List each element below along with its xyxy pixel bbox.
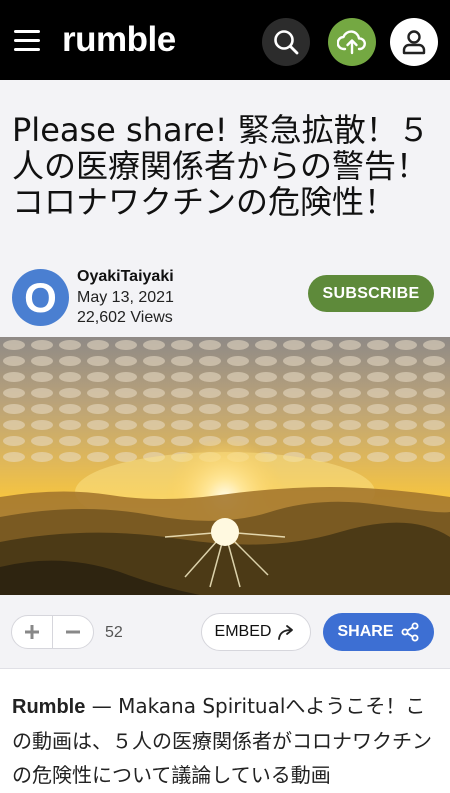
description-separator: —: [85, 694, 119, 718]
vote-buttons: [11, 615, 94, 649]
video-action-bar: 52 EMBED SHARE: [0, 595, 450, 668]
user-icon: [402, 30, 426, 55]
account-button[interactable]: [390, 18, 438, 66]
top-navigation-bar: rumble: [0, 0, 450, 80]
downvote-button[interactable]: [53, 616, 93, 648]
minus-icon: [65, 630, 80, 634]
video-description: Rumble — Makana Spiritualへようこそ！この動画は、５人の…: [12, 689, 442, 792]
description-source[interactable]: Rumble: [12, 696, 85, 718]
embed-label: EMBED: [214, 623, 272, 640]
cloud-upload-icon: [337, 30, 366, 55]
hamburger-menu-icon[interactable]: [14, 30, 40, 52]
share-button[interactable]: SHARE: [323, 613, 434, 651]
upvote-button[interactable]: [12, 616, 52, 648]
description-section: Rumble — Makana Spiritualへようこそ！この動画は、５人の…: [0, 668, 450, 793]
rumble-logo[interactable]: rumble: [62, 20, 176, 60]
channel-avatar[interactable]: O: [12, 269, 69, 326]
plus-icon: [25, 625, 39, 639]
search-icon: [274, 30, 299, 55]
video-thumbnail-sunrise-image: [0, 337, 450, 595]
channel-name[interactable]: OyakiTaiyaki: [77, 268, 174, 286]
view-count: 22,602 Views: [77, 309, 173, 326]
vote-count: 52: [105, 624, 123, 641]
embed-arrow-icon: [278, 625, 294, 640]
video-title: Please share! 緊急拡散！５人の医療関係者からの警告！コロナワクチン…: [12, 111, 430, 221]
embed-button[interactable]: EMBED: [201, 613, 311, 651]
video-player[interactable]: [0, 337, 450, 595]
subscribe-button[interactable]: SUBSCRIBE: [308, 275, 434, 312]
upload-date: May 13, 2021: [77, 289, 174, 306]
search-button[interactable]: [262, 18, 310, 66]
upload-button[interactable]: [328, 18, 376, 66]
share-label: SHARE: [337, 623, 394, 640]
share-icon: [401, 622, 418, 642]
